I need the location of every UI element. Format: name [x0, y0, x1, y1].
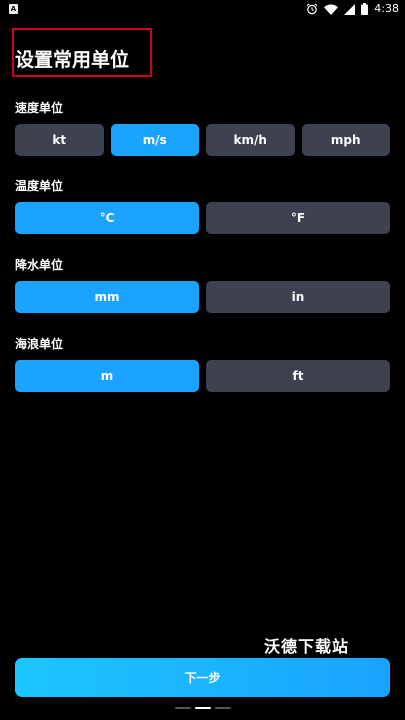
precipitation-unit-options: mm in	[15, 281, 390, 313]
speed-option-kt[interactable]: kt	[15, 124, 104, 156]
status-bar: A 4:38	[0, 0, 405, 18]
precipitation-unit-label: 降水单位	[15, 258, 64, 272]
page-indicator	[0, 707, 405, 710]
speed-option-mph[interactable]: mph	[301, 124, 390, 156]
status-time: 4:38	[374, 2, 399, 15]
temperature-unit-options: °C °F	[15, 202, 390, 234]
page-indicator-dot	[174, 707, 191, 709]
speed-unit-options: kt m/s km/h mph	[15, 124, 390, 156]
speed-option-km-per-h[interactable]: km/h	[206, 124, 295, 156]
next-button[interactable]: 下一步	[15, 658, 390, 697]
watermark: 沃德下载站	[264, 637, 350, 656]
precipitation-option-mm[interactable]: mm	[15, 281, 199, 313]
page-indicator-dot-active	[194, 707, 211, 709]
battery-icon	[361, 3, 369, 15]
precipitation-option-in[interactable]: in	[206, 281, 390, 313]
wave-unit-options: m ft	[15, 360, 390, 392]
speed-unit-label: 速度单位	[15, 101, 64, 115]
wave-option-ft[interactable]: ft	[206, 360, 390, 392]
signal-icon	[344, 3, 356, 15]
page-indicator-dot	[214, 707, 231, 709]
status-icons: 4:38	[306, 2, 399, 16]
temperature-option-fahrenheit[interactable]: °F	[206, 202, 390, 234]
wifi-icon	[324, 4, 339, 15]
title-highlight-box	[12, 28, 152, 77]
wave-unit-label: 海浪单位	[15, 337, 64, 351]
wave-option-m[interactable]: m	[15, 360, 199, 392]
temperature-option-celsius[interactable]: °C	[15, 202, 199, 234]
alarm-icon	[306, 3, 318, 15]
app-notification-icon: A	[9, 4, 18, 14]
temperature-unit-label: 温度单位	[15, 179, 64, 193]
speed-option-m-per-s[interactable]: m/s	[110, 124, 199, 156]
